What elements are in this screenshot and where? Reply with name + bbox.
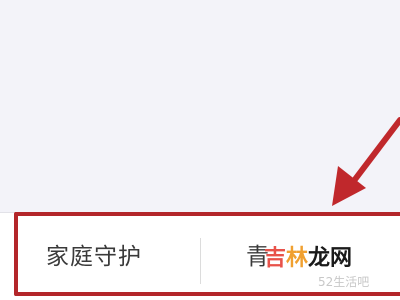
app-screen: 家庭守护 青 吉林龙网 52生活吧 (0, 0, 400, 300)
annotation-highlight-box (14, 212, 400, 296)
content-area (0, 0, 400, 212)
